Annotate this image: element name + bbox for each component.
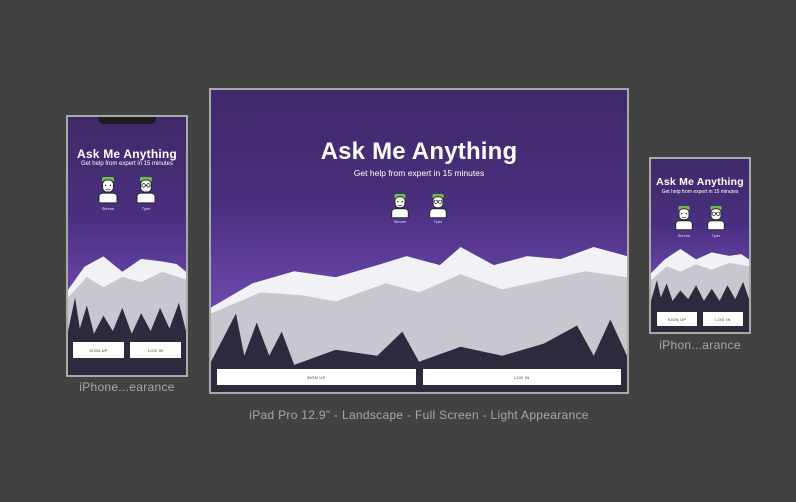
expert-name: Tyler — [433, 219, 443, 224]
app-title: Ask Me Anything — [656, 176, 744, 188]
app-subtitle: Get help from expert in 15 minutes — [353, 168, 485, 178]
expert-steven[interactable]: Steven — [389, 192, 411, 224]
expert-avatars: Steven Tyler — [68, 173, 186, 211]
auth-buttons: SIGN UP LOG IN — [211, 369, 627, 385]
artboard-ipad[interactable]: Ask Me Anything Get help from expert in … — [209, 88, 629, 394]
auth-buttons: SIGN UP LOG IN — [651, 312, 749, 326]
login-button[interactable]: LOG IN — [422, 369, 621, 385]
app-subtitle: Get help from expert in 15 minutes — [661, 189, 739, 195]
app-title: Ask Me Anything — [77, 147, 177, 161]
artboard-caption-iphone-x[interactable]: iPhone...earance — [56, 380, 198, 394]
app-subtitle: Get help from expert in 15 minutes — [80, 161, 174, 167]
login-button[interactable]: LOG IN — [130, 342, 181, 358]
expert-name: Tyler — [141, 206, 151, 211]
device-notch — [98, 117, 156, 124]
expert-avatar-icon — [675, 206, 693, 231]
signup-button[interactable]: SIGN UP — [217, 369, 416, 385]
expert-tyler[interactable]: Tyler — [427, 192, 449, 224]
artboard-caption-ipad[interactable]: iPad Pro 12.9" - Landscape - Full Screen… — [209, 408, 629, 422]
signup-button[interactable]: SIGN UP — [657, 312, 697, 326]
mountain-landscape — [211, 247, 627, 392]
expert-avatar-glasses-icon — [429, 194, 447, 218]
expert-name: Steven — [393, 219, 407, 224]
login-button[interactable]: LOG IN — [703, 312, 743, 326]
expert-name: Tyler — [711, 233, 721, 238]
expert-avatar-glasses-icon — [136, 177, 156, 204]
expert-avatar-glasses-icon — [707, 206, 725, 231]
expert-avatars: Steven Tyler — [211, 192, 627, 224]
expert-name: Steven — [677, 233, 691, 238]
expert-steven[interactable]: Steven — [96, 173, 120, 211]
expert-name: Steven — [101, 206, 115, 211]
expert-steven[interactable]: Steven — [673, 202, 695, 238]
artboard-caption-iphone-8[interactable]: iPhon...arance — [640, 338, 760, 352]
auth-buttons: SIGN UP LOG IN — [68, 342, 186, 358]
signup-button[interactable]: SIGN UP — [73, 342, 124, 358]
artboard-iphone-x[interactable]: Ask Me Anything Get help from expert in … — [66, 115, 188, 377]
app-title: Ask Me Anything — [320, 138, 518, 165]
expert-tyler[interactable]: Tyler — [705, 202, 727, 238]
expert-avatars: Steven Tyler — [651, 202, 749, 238]
expert-avatar-icon — [98, 177, 118, 204]
expert-tyler[interactable]: Tyler — [134, 173, 158, 211]
artboard-iphone-8[interactable]: Ask Me Anything Get help from expert in … — [649, 157, 751, 334]
expert-avatar-icon — [391, 194, 409, 218]
